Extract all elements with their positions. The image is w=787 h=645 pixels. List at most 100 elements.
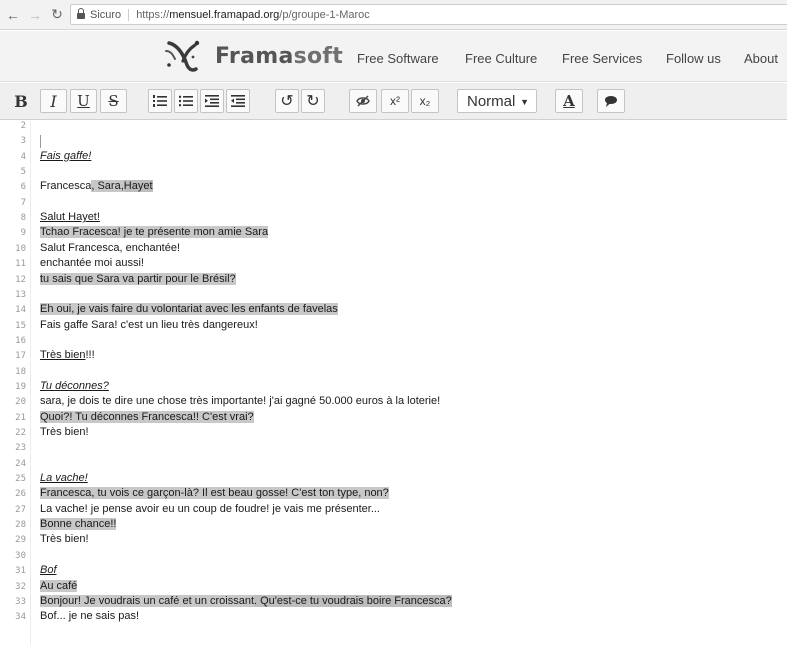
nav-link-free-software[interactable]: Free Software xyxy=(357,51,439,66)
editor-line[interactable]: 5 xyxy=(0,164,787,180)
text-segment: Tu déconnes? xyxy=(40,379,109,392)
text-color-button[interactable]: A xyxy=(555,89,583,113)
text-segment: Quoi?! Tu déconnes Francesca!! C'est vra… xyxy=(40,410,254,423)
line-number: 21 xyxy=(15,412,26,423)
brand-accent: soft xyxy=(293,44,344,69)
back-arrow-icon[interactable]: ← xyxy=(4,7,22,23)
bold-button[interactable]: B xyxy=(4,89,38,113)
editor-line[interactable]: 29 Très bien! xyxy=(0,532,787,548)
ordered-list-button[interactable] xyxy=(148,89,172,113)
editor-line[interactable]: 20 sara, je dois te dire une chose très i… xyxy=(0,394,787,410)
editor-line[interactable]: 9 Tchao Fracesca! je te présente mon amie… xyxy=(0,225,787,241)
editor-line[interactable]: 21 Quoi?! Tu déconnes Francesca!! C'est v… xyxy=(0,410,787,426)
bullet-list-button[interactable] xyxy=(174,89,198,113)
url-scheme: https:// xyxy=(136,8,170,21)
text-segment: Bof... je ne sais pas! xyxy=(40,610,140,623)
editor-line[interactable]: 34 Bof... je ne sais pas! xyxy=(0,609,787,625)
editor-line[interactable]: 28 Bonne chance!! xyxy=(0,517,787,533)
editor-line[interactable]: 26 Francesca, tu vois ce garçon-là? Il es… xyxy=(0,486,787,502)
text-segment: Salut Francesca, enchantée! xyxy=(40,241,181,254)
editor-line[interactable]: 6 Francesca, Sara,Hayet xyxy=(0,179,787,195)
pad-editor[interactable]: 2 3 4 Fais gaffe! 5 6 Francesca, Sara,Hayet 7 8 S… xyxy=(0,121,787,645)
editor-line[interactable]: 3 xyxy=(0,133,787,149)
forward-arrow-icon[interactable]: → xyxy=(26,7,44,23)
text-segment: enchantée moi aussi! xyxy=(40,257,144,270)
text-segment: Très bien! xyxy=(40,426,89,438)
framasoft-logo-icon[interactable] xyxy=(163,39,203,73)
editor-line[interactable]: 27 La vache! je pense avoir eu un coup de… xyxy=(0,502,787,518)
line-number: 30 xyxy=(15,550,26,561)
ordered-list-icon xyxy=(153,95,167,107)
editor-line[interactable]: 17 Très bien!!! xyxy=(0,348,787,364)
reload-icon[interactable]: ↻ xyxy=(48,6,66,23)
text-segment: Hayet xyxy=(123,180,153,193)
undo-button[interactable]: ↺ xyxy=(275,89,299,113)
line-text: Francesca, Sara,Hayet xyxy=(40,180,153,193)
indent-button[interactable] xyxy=(200,89,224,113)
nav-link-about[interactable]: About xyxy=(744,51,778,66)
text-segment: . Qu'est-ce tu voudrais boire Francesca? xyxy=(254,594,452,607)
brand-main: Frama xyxy=(215,44,294,69)
editor-line[interactable]: 14 Eh oui, je vais faire du volontariat a… xyxy=(0,302,787,318)
superscript-button[interactable]: x² xyxy=(381,89,409,113)
editor-line[interactable]: 22 Très bien! xyxy=(0,425,787,441)
text-segment: Bonne chance!! xyxy=(40,518,117,531)
underline-button[interactable]: U xyxy=(70,89,97,113)
editor-line[interactable]: 7 xyxy=(0,195,787,211)
line-number: 29 xyxy=(15,535,26,546)
nav-link-free-culture[interactable]: Free Culture xyxy=(465,51,537,66)
text-segment: Très bien xyxy=(40,349,86,362)
editor-line[interactable]: 8 Salut Hayet! xyxy=(0,210,787,226)
editor-line[interactable]: 13 xyxy=(0,287,787,303)
text-segment: sara, je dois te dire une chose très imp… xyxy=(40,395,441,408)
italic-button[interactable]: I xyxy=(40,89,67,113)
editor-line[interactable]: 23 xyxy=(0,440,787,456)
editor-line[interactable]: 18 xyxy=(0,364,787,380)
url-path: /p/groupe-1-Maroc xyxy=(279,8,370,21)
editor-line[interactable]: 25 La vache! xyxy=(0,471,787,487)
editor-line[interactable]: 33 Bonjour! Je voudrais un café et un cro… xyxy=(0,594,787,610)
line-number: 24 xyxy=(15,458,26,469)
strikethrough-button[interactable]: S xyxy=(100,89,127,113)
editor-line[interactable]: 10 Salut Francesca, enchantée! xyxy=(0,241,787,257)
editor-line[interactable]: 24 xyxy=(0,456,787,472)
line-number: 11 xyxy=(15,259,26,270)
nav-link-follow-us[interactable]: Follow us xyxy=(666,51,721,66)
text-segment: Salut Hayet! xyxy=(40,211,100,224)
editor-line[interactable]: 4 Fais gaffe! xyxy=(0,149,787,165)
text-segment: La vache! je pense avoir eu un coup de f… xyxy=(40,502,380,515)
nav-link-free-services[interactable]: Free Services xyxy=(562,51,642,66)
line-number: 32 xyxy=(15,581,26,592)
line-text: Très bien! xyxy=(40,426,89,438)
line-number: 25 xyxy=(15,474,26,485)
url-field[interactable]: Sicuro https://mensuel.framapad.org/p/gr… xyxy=(70,4,787,25)
undo-icon: ↺ xyxy=(280,93,294,110)
editor-line[interactable]: 2 xyxy=(0,121,787,134)
editor-line[interactable]: 30 xyxy=(0,548,787,564)
editor-line[interactable]: 15 Fais gaffe Sara! c'est un lieu très da… xyxy=(0,318,787,334)
chat-button[interactable] xyxy=(597,89,625,113)
subscript-button[interactable]: x₂ xyxy=(411,89,439,113)
secure-label: Sicuro xyxy=(90,8,122,21)
format-select[interactable]: Normal ▼ xyxy=(457,89,537,113)
line-text: Bof... je ne sais pas! xyxy=(40,610,139,622)
editor-line[interactable]: 16 xyxy=(0,333,787,349)
line-text: Quoi?! Tu déconnes Francesca!! C'est vra… xyxy=(40,410,254,423)
line-number: 10 xyxy=(15,243,26,254)
editor-line[interactable]: 11 enchantée moi aussi! xyxy=(0,256,787,272)
framasoft-navbar: Framasoft Free Software Free Culture Fre… xyxy=(0,31,787,82)
outdent-button[interactable] xyxy=(226,89,250,113)
line-text: Tu déconnes? xyxy=(40,380,109,392)
bullet-list-icon xyxy=(179,95,193,107)
format-select-value: Normal xyxy=(467,92,516,110)
editor-line[interactable]: 31 Bof xyxy=(0,563,787,579)
line-number: 33 xyxy=(15,596,26,607)
editor-line[interactable]: 32 Au café xyxy=(0,579,787,595)
framasoft-brand[interactable]: Framasoft xyxy=(215,44,343,69)
editor-line[interactable]: 12 tu sais que Sara va partir pour le Bré… xyxy=(0,272,787,288)
editor-line[interactable]: 19 Tu déconnes? xyxy=(0,379,787,395)
text-segment: Fais gaffe! xyxy=(40,149,92,162)
redo-button[interactable]: ↻ xyxy=(301,89,325,113)
line-text: Francesca, tu vois ce garçon-là? Il est … xyxy=(40,487,389,500)
clear-authorship-button[interactable] xyxy=(349,89,377,113)
